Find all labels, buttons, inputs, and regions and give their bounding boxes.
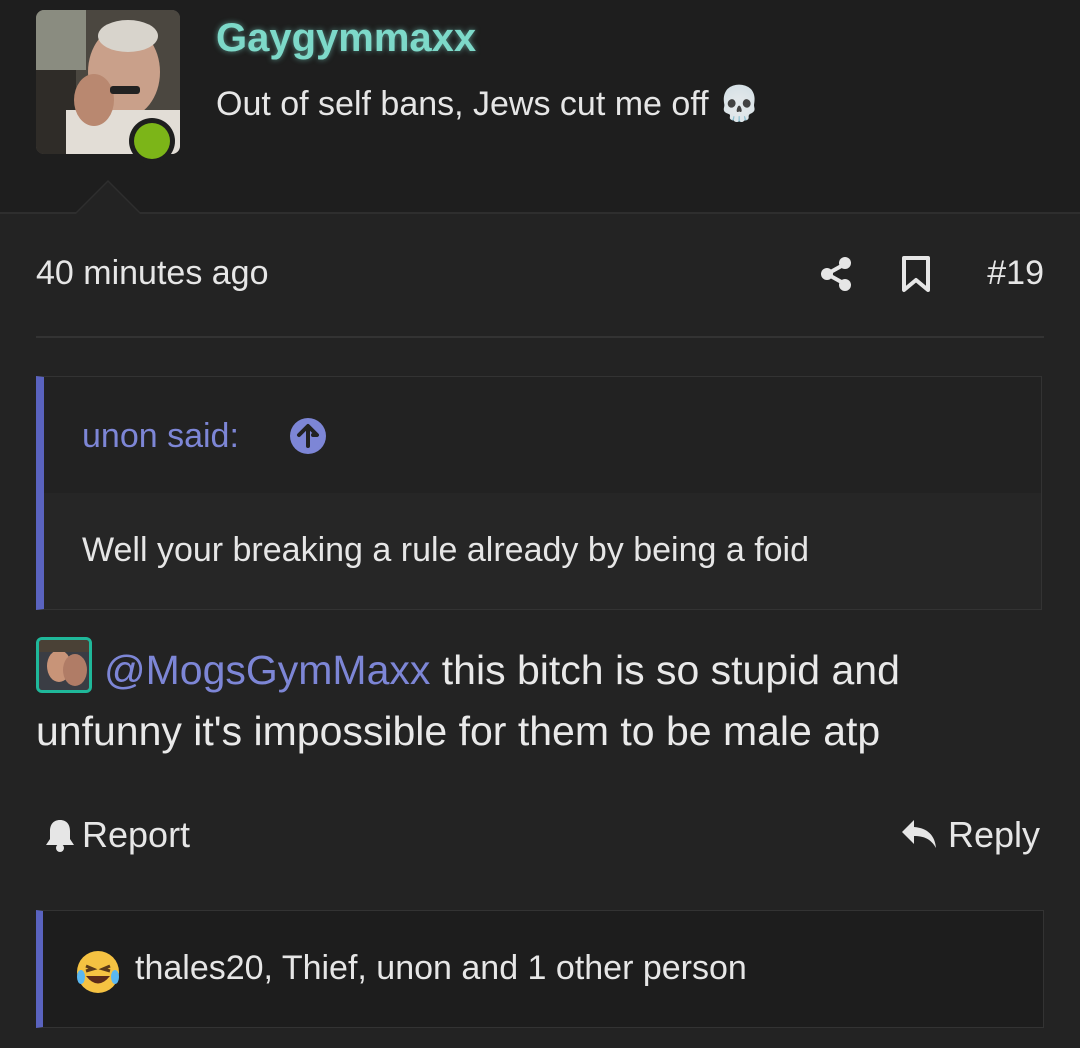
reply-button[interactable]: Reply: [900, 814, 1040, 856]
header-pointer: [74, 180, 142, 214]
report-button[interactable]: Report: [44, 814, 190, 856]
bookmark-icon[interactable]: [900, 255, 932, 293]
arrow-up-circle-icon[interactable]: [289, 417, 327, 455]
username[interactable]: Gaygymmaxx: [216, 16, 476, 61]
post-number-link[interactable]: #19: [987, 254, 1044, 293]
online-status-indicator: [129, 118, 175, 164]
share-icon[interactable]: [818, 256, 854, 292]
post-timestamp[interactable]: 40 minutes ago: [36, 254, 269, 293]
reply-icon: [901, 820, 936, 848]
reactions-bar[interactable]: thales20, Thief, unon and 1 other person: [36, 910, 1044, 1028]
bell-icon: [46, 820, 74, 852]
reply-label: Reply: [947, 814, 1040, 855]
post-message: @MogsGymMaxx this bitch is so stupid and…: [36, 640, 1046, 762]
laughing-emoji-icon: [77, 951, 119, 993]
report-label: Report: [82, 814, 191, 855]
reaction-users[interactable]: thales20, Thief, unon and 1 other person: [135, 949, 747, 988]
quote-block: unon said: Well your breaking a rule alr…: [36, 376, 1042, 610]
quote-header: unon said:: [44, 377, 1041, 493]
quote-text: Well your breaking a rule already by bei…: [82, 531, 810, 569]
post-header: Gaygymmaxx Out of self bans, Jews cut me…: [0, 0, 1080, 214]
quote-author[interactable]: unon said:: [82, 417, 239, 456]
divider: [36, 336, 1044, 338]
user-tagline: Out of self bans, Jews cut me off 💀: [216, 85, 761, 123]
user-mention[interactable]: @MogsGymMaxx: [104, 647, 430, 693]
